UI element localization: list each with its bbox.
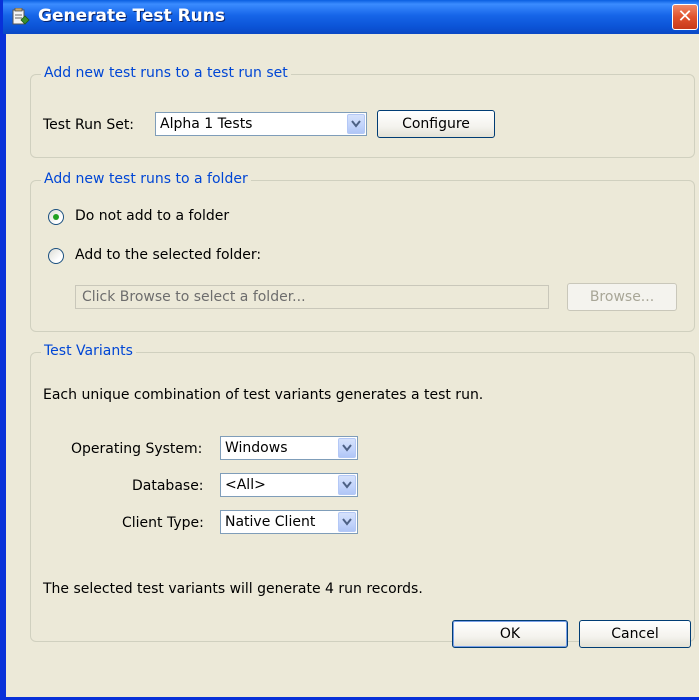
browse-button: Browse... (567, 283, 677, 311)
add-to-folder-radio[interactable] (48, 248, 64, 264)
chevron-down-icon[interactable] (338, 512, 356, 532)
os-value: Windows (225, 440, 288, 456)
test-variants-group: Test Variants Each unique combination of… (30, 343, 695, 642)
chevron-down-icon[interactable] (338, 475, 356, 495)
test-run-set-label: Test Run Set: (43, 117, 135, 133)
close-button[interactable]: ✕ (672, 4, 698, 30)
test-variants-legend: Test Variants (41, 343, 136, 359)
ok-button[interactable]: OK (452, 620, 568, 648)
client-type-label: Client Type: (122, 515, 204, 531)
radio-selected-dot (53, 214, 59, 220)
test-run-set-legend: Add new test runs to a test run set (41, 65, 291, 81)
database-dropdown[interactable]: <All> (220, 473, 358, 497)
client-type-dropdown[interactable]: Native Client (220, 510, 358, 534)
title-bar[interactable]: Generate Test Runs ✕ (3, 0, 699, 34)
folder-path-field: Click Browse to select a folder... (75, 285, 549, 309)
chevron-down-icon[interactable] (347, 114, 365, 134)
client-type-value: Native Client (225, 514, 316, 530)
test-run-set-group: Add new test runs to a test run set Test… (30, 65, 695, 158)
variants-description: Each unique combination of test variants… (43, 387, 484, 403)
os-label: Operating System: (71, 441, 203, 457)
database-label: Database: (132, 478, 204, 494)
close-icon: ✕ (677, 6, 693, 27)
test-run-set-dropdown[interactable]: Alpha 1 Tests (155, 112, 367, 136)
configure-button[interactable]: Configure (377, 110, 495, 138)
window-title: Generate Test Runs (38, 6, 225, 26)
do-not-add-radio[interactable] (48, 209, 64, 225)
dialog-window: Generate Test Runs ✕ Add new test runs t… (0, 0, 699, 700)
os-dropdown[interactable]: Windows (220, 436, 358, 460)
test-runs-icon (12, 7, 30, 26)
database-value: <All> (225, 477, 266, 493)
chevron-down-icon[interactable] (338, 438, 356, 458)
dialog-body: Add new test runs to a test run set Test… (6, 34, 699, 697)
folder-group: Add new test runs to a folder Do not add… (30, 171, 695, 332)
do-not-add-label[interactable]: Do not add to a folder (75, 208, 229, 224)
add-to-folder-label[interactable]: Add to the selected folder: (75, 247, 261, 263)
folder-legend: Add new test runs to a folder (41, 171, 251, 187)
cancel-button[interactable]: Cancel (579, 620, 691, 648)
test-run-set-value: Alpha 1 Tests (160, 116, 253, 132)
variants-summary: The selected test variants will generate… (43, 581, 423, 597)
